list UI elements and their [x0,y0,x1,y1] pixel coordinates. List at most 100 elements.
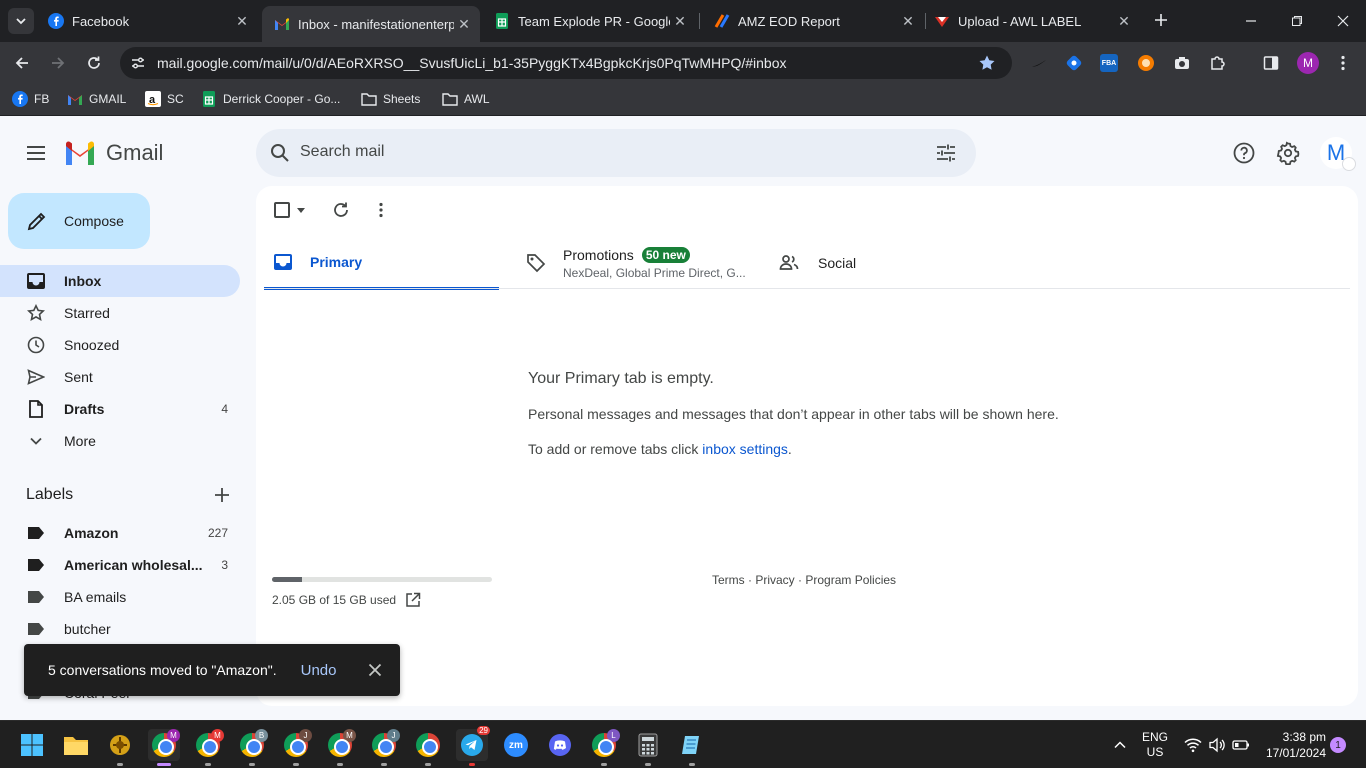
reload-button[interactable] [82,51,106,75]
telegram-button[interactable]: 29 [456,726,490,766]
nav-snoozed[interactable]: Snoozed [0,329,240,361]
compose-button[interactable]: Compose [8,193,150,249]
notification-badge[interactable]: 1 [1330,737,1346,753]
browser-menu-icon[interactable] [1334,54,1352,72]
extension-camera-icon[interactable] [1173,54,1191,72]
refresh-icon[interactable] [332,201,350,219]
nav-inbox[interactable]: Inbox [0,265,240,297]
open-in-new-icon[interactable] [405,592,421,608]
close-tab-icon[interactable]: ✕ [898,13,918,30]
toast-undo-button[interactable]: Undo [301,662,337,679]
browser-tab-amz-eod[interactable]: AMZ EOD Report ✕ [702,6,924,36]
close-tab-icon[interactable]: ✕ [1114,13,1134,30]
side-panel-icon[interactable] [1262,54,1280,72]
app-shell-button[interactable] [104,729,136,766]
more-options-icon[interactable] [372,201,390,219]
address-bar[interactable]: mail.google.com/mail/u/0/d/AEoRXRSO__Svu… [120,47,1012,79]
extension-orange-icon[interactable] [1137,54,1155,72]
gmail-logo[interactable]: Gmail [64,139,163,167]
extension-puzzle-blue-icon[interactable] [1065,54,1083,72]
extensions-puzzle-icon[interactable] [1209,54,1227,72]
nav-sent[interactable]: Sent [0,361,240,393]
bookmark-gmail[interactable]: GMAIL [67,91,126,107]
gmail-app: Gmail Search mail M Compose Inbox Starre… [0,121,1366,720]
site-info-icon[interactable] [130,55,146,71]
nav-more[interactable]: More [0,425,240,457]
program-policies-link[interactable]: Program Policies [805,573,896,587]
chrome-profile-7-button[interactable] [412,729,444,766]
account-avatar[interactable]: M [1320,137,1356,171]
browser-tab-facebook[interactable]: Facebook ✕ [36,6,258,36]
inbox-settings-link[interactable]: inbox settings [702,441,788,457]
settings-gear-icon[interactable] [1276,141,1300,165]
key-badge-icon [1342,157,1356,171]
clock[interactable]: 3:38 pm 17/01/2024 [1258,729,1326,761]
fba-label: FBA [1101,59,1117,67]
terms-link[interactable]: Terms [712,573,745,587]
new-tab-button[interactable] [1150,9,1172,31]
extension-fba-icon[interactable]: FBA [1100,54,1118,72]
main-menu-button[interactable] [20,137,52,169]
tab-primary[interactable]: Primary [264,236,499,290]
show-hidden-icons-button[interactable] [1112,737,1128,753]
create-label-button[interactable] [212,485,232,505]
extension-nike-icon[interactable] [1030,54,1048,72]
label-amazon[interactable]: Amazon 227 [0,517,240,549]
calculator-button[interactable] [632,729,664,766]
browser-tab-inbox[interactable]: Inbox - manifestationenterp ✕ [262,6,480,42]
chrome-profile-1-button[interactable]: M [148,729,180,766]
discord-button[interactable] [544,729,576,761]
forward-button[interactable] [46,51,70,75]
chrome-profile-2-button[interactable]: M [192,729,224,766]
close-icon[interactable] [368,663,382,677]
nav-drafts[interactable]: Drafts 4 [0,393,240,425]
restore-window-button[interactable] [1282,12,1312,30]
search-bar[interactable]: Search mail [256,129,976,177]
google-sheets-icon [494,13,510,29]
chrome-profile-5-button[interactable]: M [324,729,356,766]
label-ba-emails[interactable]: BA emails [0,581,240,613]
chrome-profile-3-button[interactable]: B [236,729,268,766]
privacy-link[interactable]: Privacy [755,573,794,587]
notepad-button[interactable] [676,729,708,766]
bookmark-fb[interactable]: FB [12,91,49,107]
back-button[interactable] [10,51,34,75]
help-icon[interactable] [1232,141,1256,165]
browser-tab-team-explode[interactable]: Team Explode PR - Google S ✕ [482,6,696,36]
volume-icon[interactable] [1208,736,1226,754]
bookmark-star-icon[interactable] [978,54,996,72]
browser-profile-avatar[interactable]: M [1297,52,1319,74]
zoom-button[interactable]: zm [500,729,532,761]
bookmark-folder-sheets[interactable]: Sheets [361,91,420,107]
nav-starred[interactable]: Starred [0,297,240,329]
bookmark-folder-awl[interactable]: AWL [442,91,490,107]
close-tab-icon[interactable]: ✕ [454,16,474,33]
label-american-wholesale[interactable]: American wholesal... 3 [0,549,240,581]
chrome-profile-6-button[interactable]: J [368,729,400,766]
tab-search-button[interactable] [8,8,34,34]
close-tab-icon[interactable]: ✕ [232,13,252,30]
label-butcher[interactable]: butcher [0,613,240,645]
bookmark-derrick-cooper[interactable]: Derrick Cooper - Go... [201,91,340,107]
search-input[interactable]: Search mail [300,143,384,161]
chrome-profile-4-button[interactable]: J [280,729,312,766]
minimize-window-button[interactable] [1236,12,1266,30]
bookmark-sc[interactable]: a SC [145,91,184,107]
calculator-icon [638,733,658,757]
tab-title: Inbox - manifestationenterp [298,16,454,32]
chrome-profile-8-button[interactable]: L [588,729,620,766]
file-explorer-button[interactable] [60,729,92,761]
select-dropdown-icon[interactable] [296,206,306,214]
tab-social[interactable]: Social [772,236,1012,290]
battery-icon[interactable] [1232,736,1250,754]
select-all-checkbox[interactable] [274,202,290,218]
close-window-button[interactable] [1328,12,1358,30]
start-button[interactable] [16,729,48,761]
wifi-icon[interactable] [1184,736,1202,754]
close-tab-icon[interactable]: ✕ [670,13,690,30]
language-indicator[interactable]: ENG US [1140,730,1170,760]
browser-tab-awl-label[interactable]: Upload - AWL LABEL ✕ [922,6,1140,36]
tab-promotions[interactable]: Promotions 50 new NexDeal, Global Prime … [518,236,758,290]
search-icon[interactable] [270,143,290,163]
search-options-icon[interactable] [936,143,956,163]
